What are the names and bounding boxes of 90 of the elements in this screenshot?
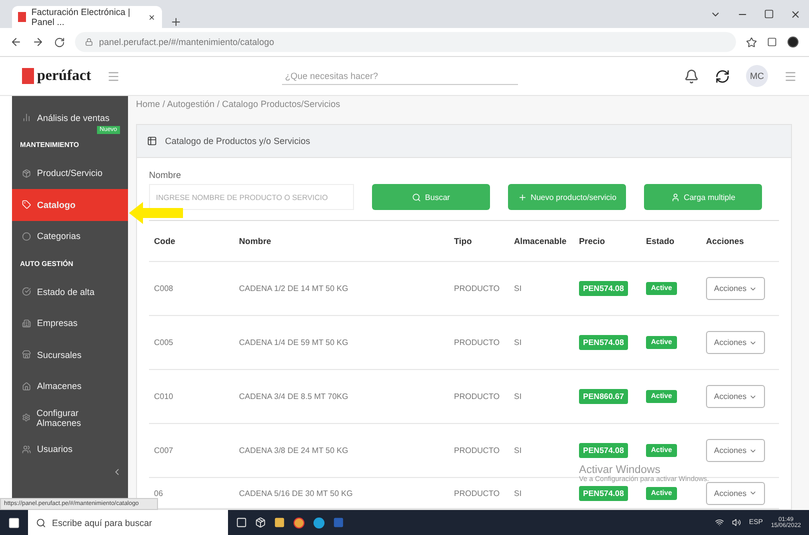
actions-dropdown[interactable]: Acciones bbox=[706, 331, 766, 354]
star-icon[interactable] bbox=[746, 36, 757, 48]
column-header: Code bbox=[154, 236, 176, 246]
table-cell-text: PRODUCTO bbox=[454, 284, 501, 293]
sidebar-item[interactable]: Estado de alta bbox=[12, 276, 128, 308]
table-cell-text: SI bbox=[514, 446, 523, 455]
reload-icon[interactable] bbox=[54, 36, 65, 48]
favicon-icon bbox=[18, 12, 26, 22]
browser-tab[interactable]: Facturación Electrónica | Panel ... bbox=[12, 6, 162, 28]
table-cell-text: SI bbox=[514, 284, 523, 293]
table-cell-text: PRODUCTO bbox=[454, 488, 501, 498]
sidebar-icon bbox=[22, 200, 31, 210]
column-header: Nombre bbox=[239, 236, 272, 246]
sidebar-icon bbox=[22, 382, 31, 391]
table-cell-text: 06 bbox=[154, 488, 164, 498]
sidebar-item[interactable]: Almacenes bbox=[12, 370, 128, 402]
forward-icon[interactable] bbox=[32, 36, 44, 48]
column-header: Precio bbox=[579, 236, 606, 246]
sidebar-item[interactable]: Sucursales bbox=[12, 339, 128, 370]
activation-notice-title: Activar Windows bbox=[579, 464, 660, 476]
sidebar-icon bbox=[22, 444, 31, 454]
sidebar-item[interactable]: Product/Servicio bbox=[12, 158, 128, 189]
maximize-icon[interactable] bbox=[764, 8, 774, 18]
sidebar-icon bbox=[22, 113, 31, 122]
close-icon[interactable] bbox=[790, 8, 801, 20]
refresh-icon[interactable] bbox=[715, 68, 730, 84]
close-icon[interactable] bbox=[148, 12, 156, 22]
sidebar-icon bbox=[22, 350, 31, 360]
sidebar-icon bbox=[22, 232, 31, 241]
actions-dropdown[interactable]: Acciones bbox=[706, 385, 766, 408]
volume-icon[interactable] bbox=[732, 518, 741, 527]
sidebar-item[interactable]: Catalogo bbox=[12, 189, 128, 220]
profile-icon[interactable] bbox=[787, 36, 799, 48]
plus-icon bbox=[518, 192, 527, 202]
table-cell-text: PRODUCTO bbox=[454, 392, 501, 401]
network-icon[interactable] bbox=[714, 518, 724, 527]
table-cell-text: SI bbox=[514, 488, 523, 498]
table-cell-text: CADENA 3/4 DE 8.5 MT 70KG bbox=[239, 392, 350, 401]
logo-mark-icon bbox=[22, 68, 34, 84]
table-icon bbox=[147, 136, 157, 146]
breadcrumb: Home / Autogestión / Catalogo Productos/Servicios bbox=[136, 98, 342, 111]
back-icon[interactable] bbox=[10, 36, 22, 48]
search-icon bbox=[36, 518, 46, 528]
logo-text: perúfact bbox=[37, 68, 92, 84]
logo[interactable]: perúfact bbox=[22, 68, 92, 84]
caret-icon bbox=[749, 489, 758, 497]
actions-dropdown[interactable]: Acciones bbox=[706, 277, 766, 300]
sidebar-icon bbox=[22, 413, 30, 422]
table-cell-text: CADENA 5/16 DE 30 MT 50 KG bbox=[239, 488, 354, 498]
new-tab-icon[interactable] bbox=[170, 16, 182, 28]
user-icon bbox=[670, 192, 680, 202]
column-header: Almacenable bbox=[514, 236, 568, 246]
table-cell-text: C005 bbox=[154, 338, 174, 347]
table-cell-text: CADENA 1/4 DE 59 MT 50 KG bbox=[239, 338, 350, 347]
sidebar-icon bbox=[22, 318, 31, 328]
address-bar[interactable]: panel.perufact.pe/#/mantenimiento/catalogo bbox=[75, 32, 736, 52]
user-avatar[interactable]: MC bbox=[746, 65, 768, 87]
lock-icon bbox=[85, 38, 93, 46]
tab-title: Facturación Electrónica | Panel ... bbox=[31, 7, 132, 27]
table-cell-text: CADENA 3/8 DE 24 MT 50 KG bbox=[239, 446, 350, 455]
table-cell-text: SI bbox=[514, 338, 523, 347]
table-cell-text: CADENA 1/2 DE 14 MT 50 KG bbox=[239, 284, 350, 293]
price-badge: PEN574.08 bbox=[579, 281, 628, 296]
sidebar-icon bbox=[22, 168, 31, 178]
arrow-icon bbox=[129, 202, 183, 224]
price-badge: PEN860.67 bbox=[579, 389, 628, 404]
price-badge: PEN574.08 bbox=[579, 443, 628, 458]
table-cell-text: PRODUCTO bbox=[454, 338, 501, 347]
actions-dropdown[interactable]: Acciones bbox=[706, 482, 766, 504]
sidebar-item[interactable]: Usuarios bbox=[12, 434, 128, 465]
actions-dropdown[interactable]: Acciones bbox=[706, 439, 766, 462]
sidebar-icon bbox=[22, 287, 31, 296]
table-cell-text: PRODUCTO bbox=[454, 446, 501, 455]
sidebar-item[interactable]: Configurar Almacenes bbox=[12, 402, 128, 434]
table-cell-text: SI bbox=[514, 392, 523, 401]
notification-icon[interactable] bbox=[684, 68, 699, 84]
column-header: Acciones bbox=[706, 236, 745, 246]
taskbar-search-field[interactable]: Escribe aquí para buscar bbox=[28, 510, 228, 535]
sidebar-item[interactable]: Categorias bbox=[12, 220, 128, 252]
field-label: Nombre bbox=[149, 170, 182, 180]
column-header: Tipo bbox=[454, 236, 473, 246]
search-icon bbox=[412, 192, 422, 202]
sidebar-item[interactable]: Empresas bbox=[12, 308, 128, 339]
column-header: Estado bbox=[646, 236, 676, 246]
card-title: Catalogo de Productos y/o Servicios bbox=[165, 136, 310, 146]
table-cell-text: C010 bbox=[154, 392, 174, 401]
price-badge: PEN574.08 bbox=[579, 335, 628, 350]
table-cell-text: C008 bbox=[154, 284, 174, 293]
table-cell-text: C007 bbox=[154, 446, 174, 455]
price-badge: PEN574.08 bbox=[579, 486, 628, 500]
